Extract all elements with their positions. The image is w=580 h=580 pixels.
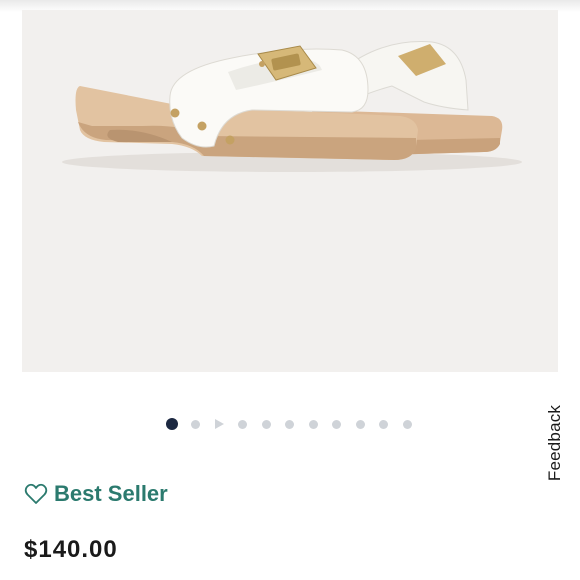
carousel-dots	[166, 418, 426, 430]
carousel-dot[interactable]	[308, 419, 318, 429]
rivet	[225, 135, 235, 145]
carousel-dot[interactable]	[355, 419, 365, 429]
product-page: Feedback Best Seller $140.00	[0, 0, 580, 580]
carousel-dot[interactable]	[261, 419, 271, 429]
carousel-dot[interactable]	[332, 419, 341, 429]
rivet	[170, 108, 180, 118]
feedback-label: Feedback	[545, 404, 565, 482]
sandal-illustration	[62, 41, 522, 172]
product-price: $140.00	[24, 536, 118, 563]
rivet	[259, 61, 265, 67]
carousel-dot-active[interactable]	[166, 418, 178, 430]
feedback-tab[interactable]: Feedback	[540, 398, 570, 488]
carousel-dot[interactable]	[379, 419, 388, 429]
carousel-dot[interactable]	[402, 419, 412, 429]
badge-label: Best Seller	[54, 481, 168, 506]
carousel-video-dot[interactable]	[214, 419, 224, 429]
carousel-dot[interactable]	[238, 419, 247, 429]
carousel-dot[interactable]	[191, 419, 200, 429]
product-image[interactable]	[22, 10, 558, 372]
carousel-dot[interactable]	[285, 419, 294, 429]
heart-outline-icon[interactable]	[24, 483, 48, 505]
rivet	[197, 121, 207, 131]
best-seller-badge: Best Seller	[24, 480, 168, 508]
